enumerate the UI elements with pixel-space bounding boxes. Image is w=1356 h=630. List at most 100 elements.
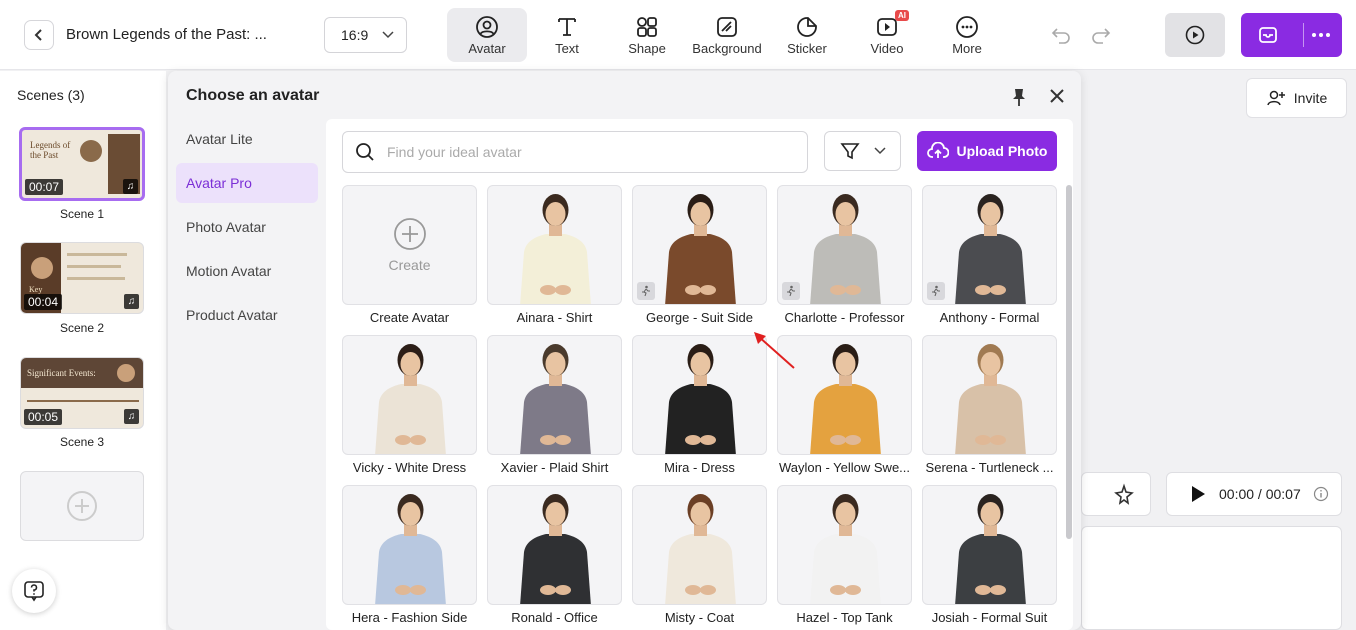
play-icon[interactable]	[1189, 485, 1207, 503]
filter-button[interactable]	[824, 131, 901, 171]
plus-circle-icon	[67, 491, 97, 521]
avatar-card[interactable]	[922, 335, 1057, 455]
scene-thumb-avatar	[31, 257, 53, 279]
inbox-icon	[1259, 27, 1277, 43]
shape-icon	[637, 16, 657, 37]
scene-thumbnail-3[interactable]: Significant Events: 00:05 ♫	[20, 357, 144, 429]
avatar-card[interactable]	[342, 485, 477, 605]
avatar-name: Hera - Fashion Side	[351, 610, 468, 625]
create-avatar-card[interactable]: Create	[342, 185, 477, 305]
avatar-card[interactable]	[922, 185, 1057, 305]
tool-more[interactable]: More	[937, 8, 997, 62]
avatar-card[interactable]	[487, 485, 622, 605]
avatar-card[interactable]	[777, 485, 912, 605]
tool-text-label: Text	[555, 40, 579, 56]
tool-text[interactable]: Text	[537, 8, 597, 62]
magic-sparkle-icon[interactable]	[1112, 483, 1136, 507]
scene-thumbnail-2[interactable]: Key 00:04 ♫	[20, 242, 144, 314]
project-title[interactable]: Brown Legends of the Past: ...	[66, 26, 267, 43]
music-note-icon: ♫	[124, 409, 139, 424]
playback-control: 00:00 / 00:07	[1166, 472, 1342, 516]
avatar-person-image	[665, 494, 736, 604]
scene-thumb-line	[67, 277, 125, 280]
avatar-grid-area: Find your ideal avatar Upload Photo Crea…	[326, 119, 1073, 630]
tool-background[interactable]: Background	[687, 8, 767, 62]
scene-thumbnail-1[interactable]: Legends of the Past 00:07 ♫	[19, 127, 145, 201]
close-icon[interactable]	[1047, 86, 1067, 106]
search-icon	[356, 143, 374, 161]
tool-more-label: More	[952, 40, 982, 56]
annotation-arrow	[754, 332, 795, 369]
scenes-title: Scenes (3)	[17, 87, 85, 103]
back-button[interactable]	[24, 20, 54, 50]
upload-photo-label: Upload Photo	[956, 143, 1048, 159]
tool-video[interactable]: Video AI	[857, 8, 917, 62]
scene-thumb-line	[67, 253, 127, 256]
pin-icon[interactable]	[1010, 87, 1028, 107]
avatar-card[interactable]	[632, 185, 767, 305]
avatar-name: Ainara - Shirt	[516, 310, 593, 325]
avatar-person-image	[520, 494, 591, 604]
avatar-card[interactable]	[632, 335, 767, 455]
category-avatar-lite[interactable]: Avatar Lite	[176, 119, 318, 159]
tool-shape[interactable]: Shape	[617, 8, 677, 62]
avatar-name: George - Suit Side	[646, 310, 753, 325]
scene-duration: 00:05	[24, 409, 63, 425]
avatar-search-input[interactable]: Find your ideal avatar	[342, 131, 808, 173]
add-scene-button[interactable]	[20, 471, 144, 541]
aspect-ratio-select[interactable]: 16:9	[324, 17, 407, 53]
avatar-person-image	[955, 344, 1026, 454]
avatar-name: Misty - Coat	[664, 610, 735, 625]
category-photo-avatar[interactable]: Photo Avatar	[176, 207, 318, 247]
tool-avatar[interactable]: Avatar	[447, 8, 527, 62]
avatar-card[interactable]	[632, 485, 767, 605]
scene-thumb-text: Significant Events:	[27, 368, 96, 378]
tool-sticker[interactable]: Sticker	[777, 8, 837, 62]
info-icon[interactable]	[1313, 486, 1329, 502]
music-note-icon: ♫	[123, 179, 138, 194]
avatar-card[interactable]	[342, 335, 477, 455]
category-avatar-pro[interactable]: Avatar Pro	[176, 163, 318, 203]
avatar-card[interactable]	[487, 335, 622, 455]
background-icon	[717, 16, 737, 37]
avatar-person-image	[665, 344, 736, 454]
dot-icon	[1326, 33, 1330, 37]
scene-thumb-avatar	[80, 140, 102, 162]
chevron-left-icon	[34, 29, 42, 41]
scene-thumb-text: Key	[29, 285, 43, 294]
avatar-person-image	[810, 494, 881, 604]
export-button-group	[1241, 13, 1342, 57]
avatar-name: Anthony - Formal	[939, 310, 1040, 325]
panel-title: Choose an avatar	[186, 87, 320, 104]
preview-button[interactable]	[1165, 13, 1225, 57]
avatar-card[interactable]	[777, 185, 912, 305]
category-motion-avatar[interactable]: Motion Avatar	[176, 251, 318, 291]
ai-badge: AI	[895, 10, 909, 21]
filter-icon	[839, 143, 860, 160]
tool-background-label: Background	[692, 40, 762, 56]
undo-icon[interactable]	[1050, 24, 1072, 46]
avatar-card[interactable]	[922, 485, 1057, 605]
scene-duration: 00:04	[24, 294, 63, 310]
avatar-card[interactable]	[487, 185, 622, 305]
avatar-person-image	[520, 344, 591, 454]
category-product-avatar[interactable]: Product Avatar	[176, 295, 318, 335]
export-button[interactable]	[1241, 25, 1295, 45]
avatar-person-image	[810, 344, 881, 454]
upload-photo-button[interactable]: Upload Photo	[917, 131, 1057, 171]
avatar-person-image	[520, 194, 591, 304]
create-avatar-label: Create Avatar	[369, 310, 450, 325]
invite-button[interactable]: Invite	[1246, 78, 1347, 118]
timeline-tools	[1081, 472, 1151, 516]
scene-thumb-timeline	[27, 400, 139, 402]
help-button[interactable]	[12, 569, 56, 613]
text-icon	[558, 17, 576, 36]
scrollbar[interactable]	[1066, 185, 1072, 539]
scenes-sidebar: Scenes (3) Legends of the Past 00:07 ♫ S…	[0, 71, 166, 630]
more-options-button[interactable]	[1312, 33, 1330, 37]
motion-avatar-icon	[637, 282, 655, 300]
redo-icon[interactable]	[1090, 24, 1112, 46]
help-icon	[24, 581, 44, 602]
play-circle-icon	[1185, 25, 1205, 45]
chevron-down-icon	[382, 31, 394, 39]
